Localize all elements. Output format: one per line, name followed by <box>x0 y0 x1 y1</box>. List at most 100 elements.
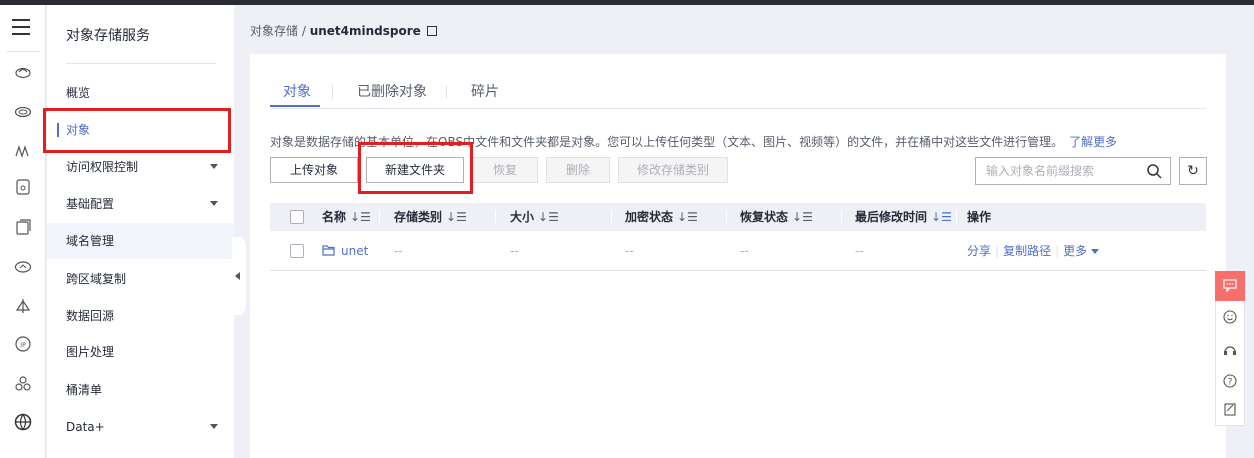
column-header-encryption[interactable]: 加密状态 ↓☰ <box>625 203 698 231</box>
column-header-restore-status[interactable]: 恢复状态 ↓☰ <box>740 203 813 231</box>
more-dropdown[interactable]: 更多 <box>1063 244 1087 258</box>
column-header-name[interactable]: 名称 ↓☰ <box>322 203 371 231</box>
headset-icon[interactable] <box>1223 344 1237 358</box>
sort-icon[interactable]: ↓☰ <box>446 210 467 224</box>
change-storage-class-button[interactable]: 修改存储类别 <box>618 157 728 183</box>
sidebar-item-basic-config[interactable]: 基础配置 <box>47 186 234 222</box>
search-input[interactable] <box>976 158 1136 184</box>
object-name-link[interactable]: unet <box>322 231 368 271</box>
column-label: 大小 <box>510 210 535 224</box>
service-icon-rail: IP <box>0 5 46 458</box>
tab-deleted-objects[interactable]: 已删除对象 <box>357 81 427 101</box>
floating-help-toolbar: ? <box>1215 271 1245 426</box>
ip-icon[interactable]: IP <box>14 335 32 353</box>
ops-divider: | <box>995 244 1000 258</box>
breadcrumb-root[interactable]: 对象存储 <box>250 24 298 38</box>
new-folder-button[interactable]: 新建文件夹 <box>366 157 464 183</box>
globe-icon[interactable] <box>14 413 32 431</box>
svg-text:IP: IP <box>20 342 26 349</box>
storage-device-icon[interactable] <box>14 178 32 196</box>
sort-icon[interactable]: ↓☰ <box>538 210 559 224</box>
smile-icon[interactable] <box>1223 310 1237 324</box>
sidebar-item-objects[interactable]: 对象 <box>47 112 234 148</box>
description-text: 对象是数据存储的基本单位，在OBS中文件和文件夹都是对象。您可以上传任何类型（文… <box>270 135 1064 149</box>
tab-fragments[interactable]: 碎片 <box>471 81 499 101</box>
search-icon[interactable] <box>1146 163 1162 179</box>
sidebar-item-overview[interactable]: 概览 <box>47 75 234 111</box>
sidebar-item-bucket-inventory[interactable]: 桶清单 <box>47 372 234 408</box>
copy-icon[interactable] <box>426 26 437 36</box>
sidebar-item-access-control[interactable]: 访问权限控制 <box>47 149 234 185</box>
learn-more-link[interactable]: 了解更多 <box>1069 135 1117 149</box>
cloud-server-icon[interactable] <box>14 63 32 81</box>
cell-size: -- <box>510 244 519 258</box>
column-header-storage-class[interactable]: 存储类别 ↓☰ <box>394 203 467 231</box>
delete-button[interactable]: 删除 <box>546 157 610 183</box>
sidebar-item-cross-region-replication[interactable]: 跨区域复制 <box>47 261 234 297</box>
sort-icon[interactable]: ↓☰ <box>350 210 371 224</box>
collapse-sidebar-handle[interactable] <box>232 237 246 315</box>
sidebar-item-label: 访问权限控制 <box>66 160 139 174</box>
menu-icon[interactable] <box>12 19 30 40</box>
ops-divider: | <box>1055 244 1060 258</box>
chevron-down-icon <box>210 424 218 429</box>
column-label: 恢复状态 <box>740 210 789 224</box>
column-divider <box>495 210 496 224</box>
restore-button[interactable]: 恢复 <box>472 157 538 183</box>
network-icon[interactable] <box>14 142 32 160</box>
sort-icon[interactable]: ↓☰ <box>677 210 698 224</box>
breadcrumb: 对象存储 / unet4mindspore <box>250 22 437 39</box>
cloud-sync-icon[interactable] <box>14 257 32 275</box>
cell-last-modified: -- <box>855 244 864 258</box>
copy-path-link[interactable]: 复制路径 <box>1003 244 1051 258</box>
chat-button[interactable] <box>1215 271 1245 301</box>
sidebar-item-data-plus[interactable]: Data+ <box>47 409 234 445</box>
column-label: 最后修改时间 <box>855 210 928 224</box>
rail-divider <box>6 51 40 52</box>
cloud-icon[interactable] <box>14 102 32 120</box>
row-checkbox[interactable] <box>290 244 304 258</box>
column-header-size[interactable]: 大小 ↓☰ <box>510 203 559 231</box>
sort-icon[interactable]: ↓☰ <box>931 210 952 224</box>
chevron-down-icon <box>1091 249 1100 254</box>
table-row: unet -- -- -- -- -- 分享 | 复制路径 | 更多 <box>270 231 1206 271</box>
breadcrumb-current: unet4mindspore <box>309 24 421 38</box>
column-label: 加密状态 <box>625 210 674 224</box>
sort-icon[interactable]: ↓☰ <box>792 210 813 224</box>
column-label: 存储类别 <box>394 210 443 224</box>
column-divider <box>611 210 612 224</box>
sidebar-item-label: 域名管理 <box>66 234 115 248</box>
column-divider <box>841 210 842 224</box>
cell-restore-status: -- <box>740 244 749 258</box>
feedback-icon[interactable] <box>1223 402 1237 416</box>
share-link[interactable]: 分享 <box>967 244 991 258</box>
refresh-button[interactable]: ↻ <box>1179 157 1207 185</box>
sidebar-item-label: 概览 <box>66 86 91 100</box>
help-icon[interactable]: ? <box>1223 374 1237 388</box>
sidebar-item-image-processing[interactable]: 图片处理 <box>47 334 234 370</box>
sail-icon[interactable] <box>14 297 32 315</box>
chat-icon <box>1223 279 1237 292</box>
sidebar-item-domain-management[interactable]: 域名管理 <box>47 223 234 259</box>
chevron-down-icon <box>210 201 218 206</box>
column-divider <box>956 210 957 224</box>
breadcrumb-separator: / <box>298 24 310 38</box>
page-description: 对象是数据存储的基本单位，在OBS中文件和文件夹都是对象。您可以上传任何类型（文… <box>270 133 1117 150</box>
cluster-icon[interactable] <box>14 375 32 393</box>
sidebar-item-label: Data+ <box>66 420 105 434</box>
tabs-baseline <box>270 108 1206 109</box>
upload-object-button[interactable]: 上传对象 <box>270 157 358 183</box>
column-header-operations: 操作 <box>967 210 992 224</box>
chevron-down-icon <box>210 164 218 169</box>
column-header-last-modified[interactable]: 最后修改时间 ↓☰ <box>855 203 952 231</box>
svg-text:?: ? <box>1228 378 1233 388</box>
select-all-checkbox[interactable] <box>290 210 304 224</box>
tab-objects[interactable]: 对象 <box>283 81 311 101</box>
backup-icon[interactable] <box>14 218 32 236</box>
column-divider <box>379 210 380 224</box>
sidebar-item-back-to-source[interactable]: 数据回源 <box>47 298 234 334</box>
sidebar-item-label: 对象 <box>66 123 91 137</box>
sidebar-item-label: 跨区域复制 <box>66 272 127 286</box>
tab-divider <box>446 85 447 99</box>
cell-storage-class: -- <box>394 244 403 258</box>
